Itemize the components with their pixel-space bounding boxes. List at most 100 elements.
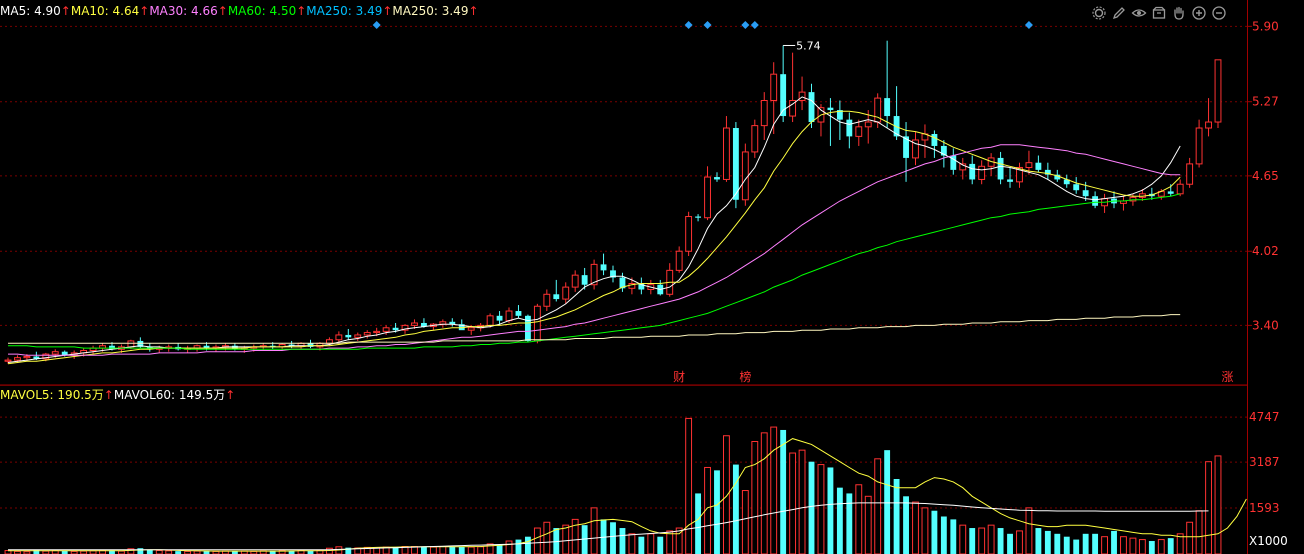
candle-body-down [1073,184,1080,191]
volume-bar-down [421,546,427,554]
event-label: 涨 [1221,369,1233,384]
volume-bar-up [1138,539,1146,554]
price-tick-label: 4.02 [1252,244,1279,258]
candle-body-up [1186,163,1194,185]
candle-body-up [4,359,12,362]
candlestick-chart[interactable]: 5.90 5.27 4.65 4.02 3.40 4747 3187 1593 X1000 5.7… [0,0,1304,554]
volume-bar-up [1214,455,1222,554]
candle-body-up [363,332,371,336]
volume-bar-down [638,536,645,554]
volume-bar-up [439,546,447,554]
candle-body-down [392,327,399,331]
volume-tick-label: 4747 [1249,410,1280,424]
candle-body-up [571,274,579,288]
candle-body-down [581,275,588,285]
candle-body-up [354,334,362,338]
volume-bar-down [1111,530,1117,554]
up-arrow-icon: ↑ [225,388,236,402]
volume-legend-item: MAVOL5: 190.5万↑ [0,388,114,402]
volume-bar-up [628,533,636,554]
event-diamond-icon [684,21,693,29]
candle-body-down [231,345,238,350]
event-diamond-icon [750,21,759,29]
volume-bar-down [1063,536,1070,554]
candle-body-down [496,315,503,321]
candle-body-up [1025,162,1033,168]
volume-bar-down [732,464,739,554]
volume-bar-up [325,547,333,554]
volume-legend-value: 149.5万 [178,388,226,402]
candle-body-down [846,119,853,137]
candle-body-down [997,157,1004,180]
volume-bar-up [864,495,872,554]
volume-bar-up [1205,461,1212,554]
volume-bar-up [912,501,919,554]
candle-body-up [373,330,381,334]
candle-body-down [1082,190,1089,197]
volume-bar-down [1148,541,1155,554]
ma-line-ma30 [8,144,1181,356]
candle-body-down [695,216,702,218]
volume-legend-label: MAVOL5: [0,388,58,402]
volume-bar-up [467,546,475,554]
candle-body-up [855,126,863,137]
candle-body-up [127,340,135,348]
candle-body-down [1007,179,1013,182]
volume-bar-down [695,493,702,554]
volume-ma-legend: MAVOL5: 190.5万↑MAVOL60: 149.5万↑ [0,386,235,404]
candle-body-up [864,121,872,128]
volume-bar-up [987,524,995,554]
volume-bar-up [978,527,986,554]
candle-body-down [827,107,834,111]
volume-bar-up [543,521,551,554]
volume-bar-up [751,441,759,554]
price-tick-label: 4.65 [1252,169,1279,183]
volume-bar-up [647,533,655,554]
high-price-label: 5.74 [796,39,821,52]
candle-body-down [1035,162,1042,170]
volume-bar-down [1007,533,1013,554]
volume-tick-label: 1593 [1249,501,1280,515]
mavol-line-mavol5 [8,438,1247,552]
candle-body-down [515,311,522,316]
volume-bar-down [449,546,456,554]
stock-chart-window: MA5: 4.90↑MA10: 4.64↑MA30: 4.66↑MA60: 4.… [0,0,1304,554]
volume-bar-down [940,516,947,554]
candle-body-up [411,322,418,326]
volume-bar-up [1157,539,1165,554]
volume-bar-down [827,467,834,554]
volume-bar-down [780,429,787,554]
volume-bar-down [903,496,909,554]
candle-body-down [732,128,739,200]
volume-bar-up [1025,507,1033,554]
candle-body-up [1176,183,1184,195]
volume-bar-down [137,548,144,554]
candle-body-up [486,315,494,326]
candle-body-up [325,339,333,344]
candle-body-up [751,125,759,153]
volume-legend-label: MAVOL60: [113,388,179,402]
candle-body-down [1167,191,1174,194]
volume-bar-up [1195,510,1203,554]
candle-body-up [978,165,986,180]
candle-body-up [14,357,21,361]
volume-bar-down [1054,533,1061,554]
volume-bar-down [969,528,976,554]
candle-body-up [23,355,31,359]
volume-bar-up [505,540,513,554]
candle-body-up [685,216,693,252]
candle-body-up [467,327,475,331]
volume-tick-label: 3187 [1249,455,1280,469]
volume-bar-down [893,479,900,554]
ma-line-ma250 [8,314,1181,344]
price-tick-label: 5.90 [1252,19,1279,33]
volume-bar-down [997,528,1004,554]
event-diamond-icon [741,21,750,29]
candle-body-up [51,351,59,355]
volume-bar-down [1092,533,1099,554]
volume-bar-up [429,546,437,554]
volume-bar-up [1186,521,1194,554]
candle-body-up [798,91,806,101]
ma-line-ma10 [7,110,1181,365]
volume-bar-up [1101,536,1108,554]
